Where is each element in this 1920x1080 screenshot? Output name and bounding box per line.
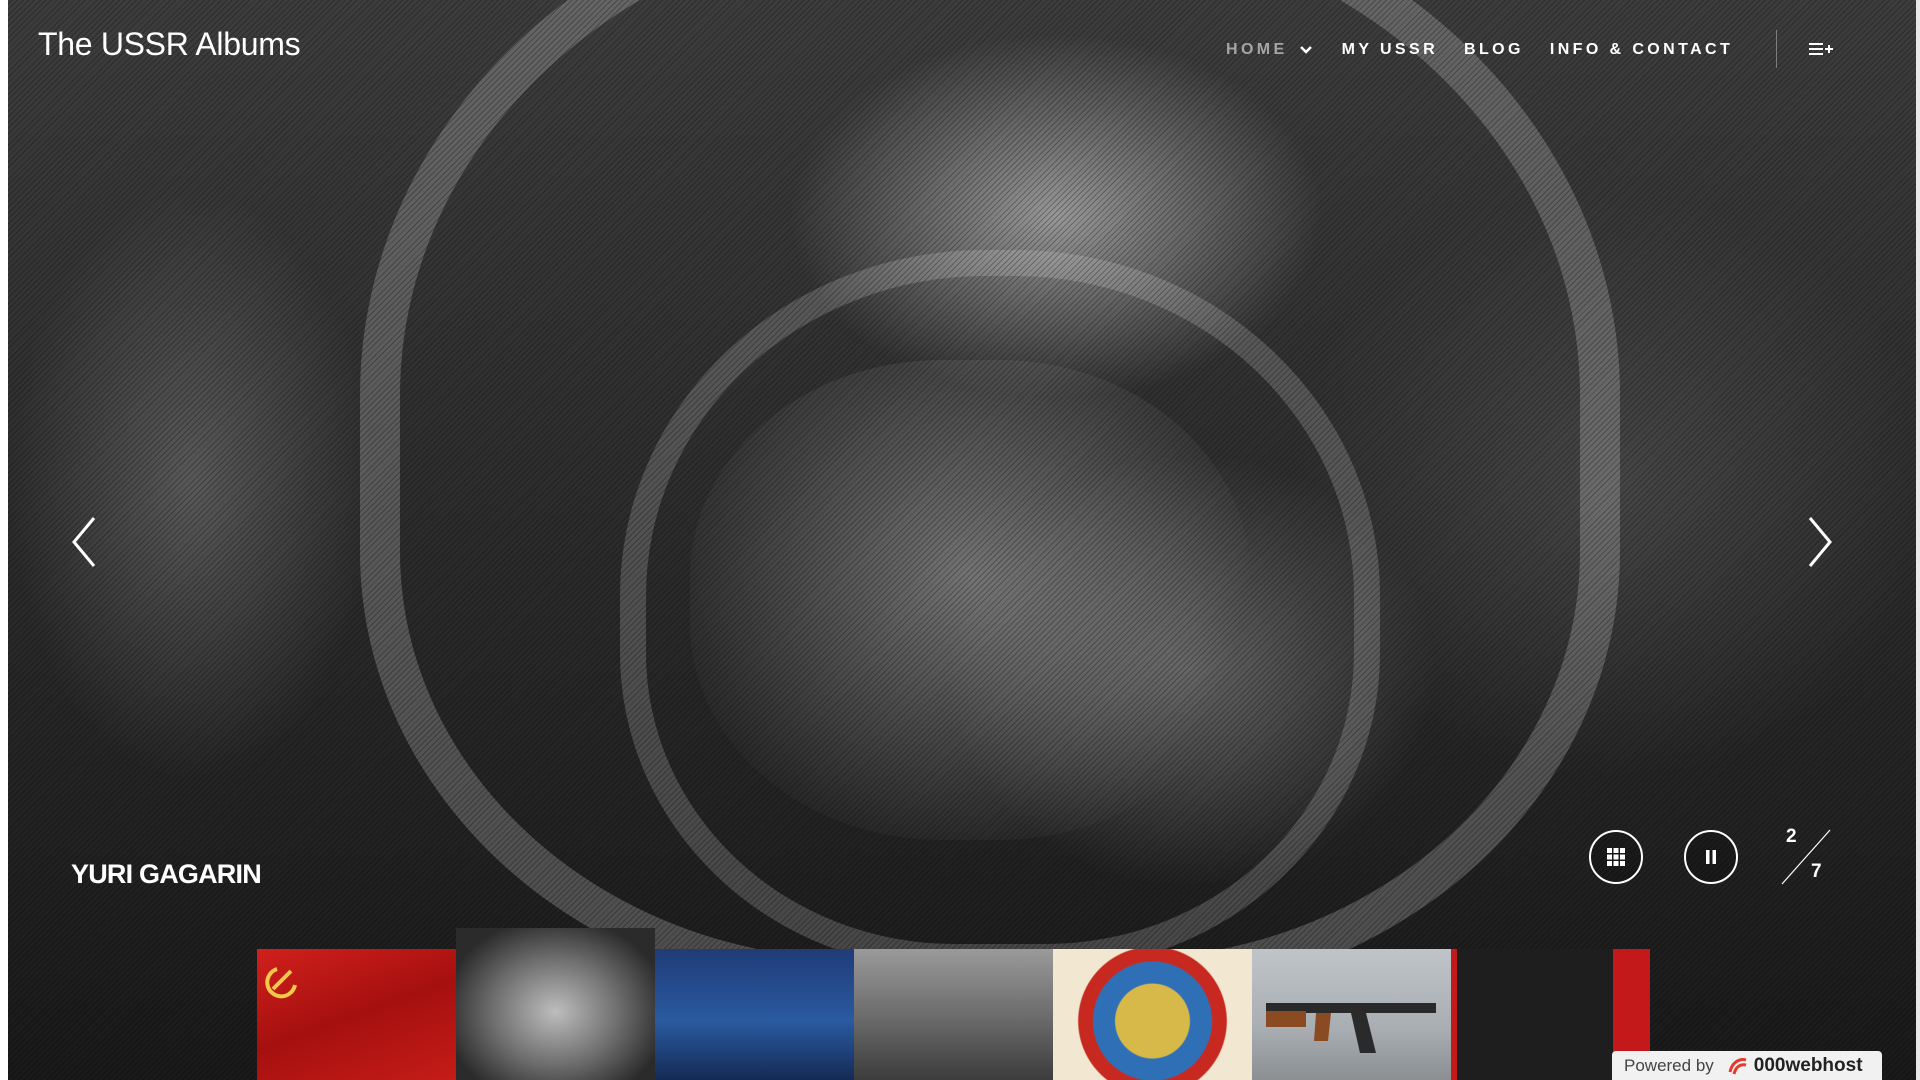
hammer-sickle-icon xyxy=(265,967,297,999)
thumbnail-strip xyxy=(257,928,1650,1080)
total-slides-number: 7 xyxy=(1811,861,1822,882)
thumbnail-ussr-emblem[interactable] xyxy=(1053,949,1252,1080)
nav-divider xyxy=(1776,30,1777,68)
right-edge xyxy=(1916,0,1920,1080)
webhost-badge[interactable]: Powered by 000webhost xyxy=(1612,1051,1882,1080)
webhost-logo-icon xyxy=(1728,1057,1747,1074)
hero-slide-image xyxy=(0,0,1920,1080)
slide-caption: YURI GAGARIN xyxy=(71,859,262,889)
thumbnail-war-photo[interactable] xyxy=(854,949,1053,1080)
pause-button[interactable] xyxy=(1684,830,1738,884)
webhost-logo: 000webhost xyxy=(1726,1055,1863,1077)
slide-counter: 2 7 xyxy=(1776,826,1836,888)
face-shape xyxy=(690,360,1250,840)
thumbnail-ballet[interactable] xyxy=(655,949,854,1080)
main-nav: HOME MY USSR BLOG INFO & CONTACT xyxy=(1226,38,1759,62)
grid-view-button[interactable] xyxy=(1589,830,1643,884)
powered-by-label: Powered by xyxy=(1624,1055,1714,1075)
thumbnail-soviet-flag[interactable] xyxy=(257,949,456,1080)
chevron-down-icon[interactable] xyxy=(1298,42,1314,58)
rifle-icon xyxy=(1266,1003,1436,1053)
grid-icon xyxy=(1607,848,1625,866)
site-title[interactable]: The USSR Albums xyxy=(38,26,301,63)
nav-home[interactable]: HOME xyxy=(1226,41,1288,59)
chevron-right-icon[interactable] xyxy=(1802,512,1838,572)
nav-blog[interactable]: BLOG xyxy=(1464,41,1524,59)
nav-info-contact[interactable]: INFO & CONTACT xyxy=(1550,41,1733,59)
counter-slash xyxy=(1781,829,1831,885)
thumbnail-gagarin[interactable] xyxy=(456,928,655,1080)
thumbnail-ak-47[interactable] xyxy=(1252,949,1451,1080)
pause-icon xyxy=(1706,850,1716,864)
current-slide-number: 2 xyxy=(1786,826,1797,847)
menu-plus-icon[interactable] xyxy=(1808,39,1834,59)
left-edge xyxy=(0,0,8,1080)
chevron-left-icon[interactable] xyxy=(66,512,102,572)
webhost-name: 000webhost xyxy=(1753,1054,1863,1076)
nav-my-ussr[interactable]: MY USSR xyxy=(1342,41,1438,59)
